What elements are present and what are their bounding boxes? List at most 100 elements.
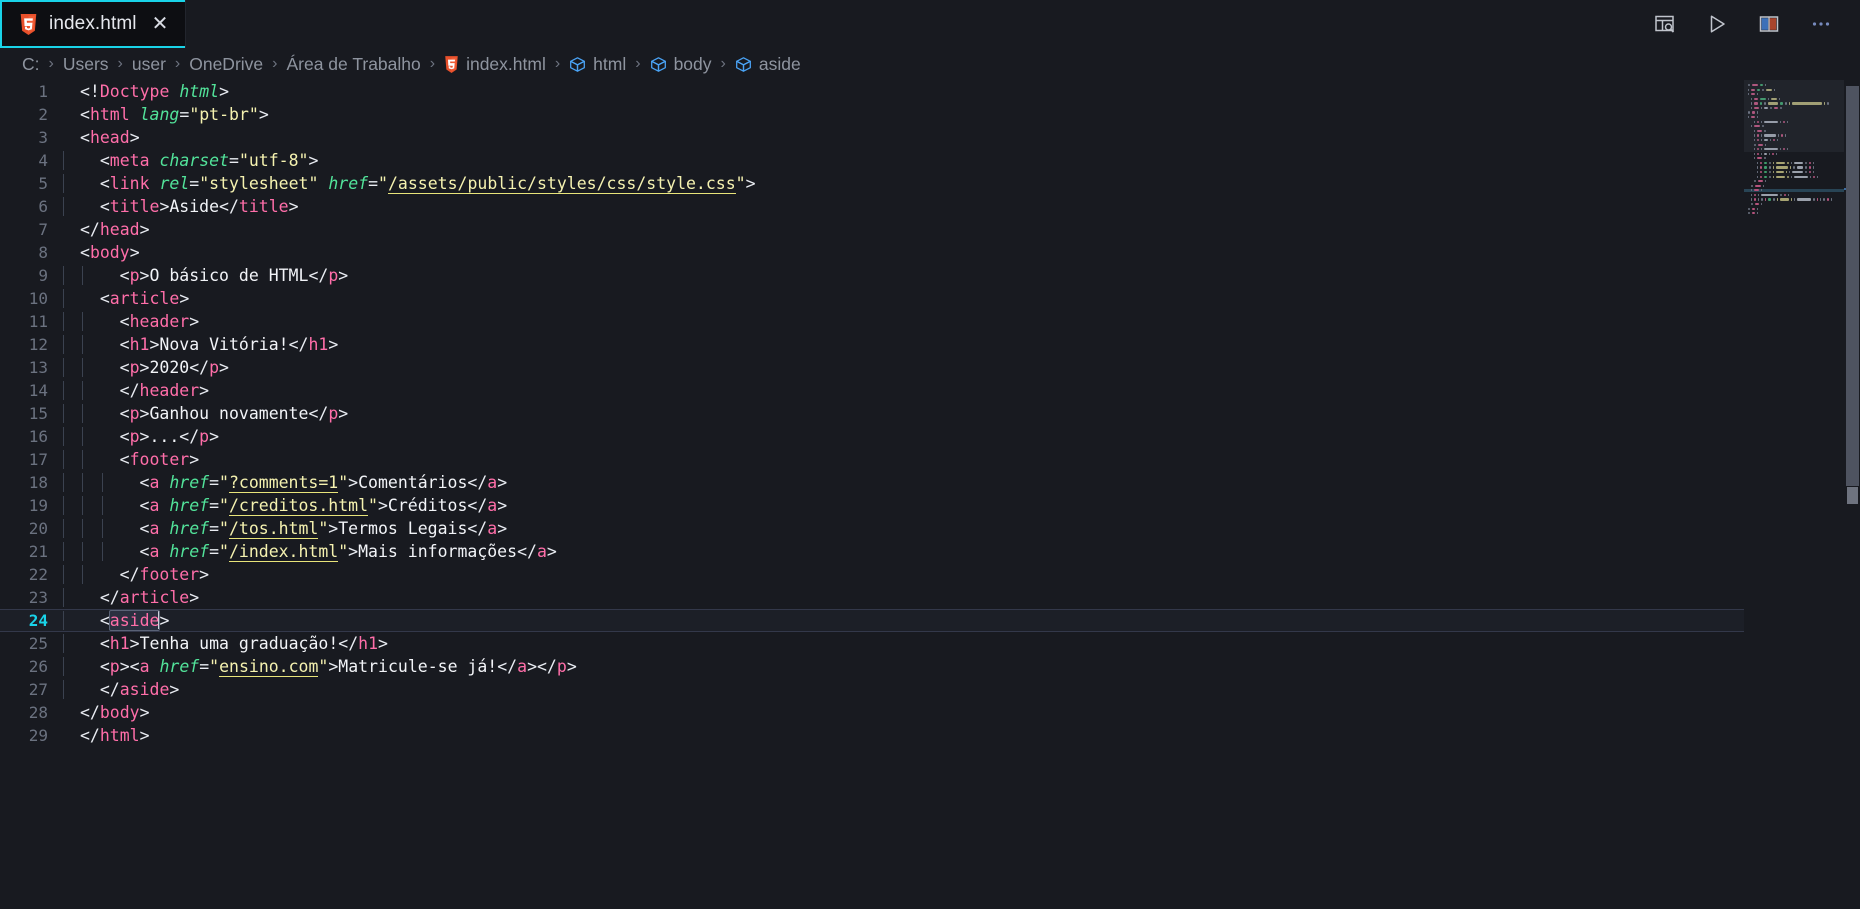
code-line[interactable]: 12 <h1>Nova Vitória!</h1> [0, 333, 1744, 356]
more-actions-icon[interactable] [1808, 11, 1834, 37]
token-punc: = [209, 496, 220, 515]
code-line[interactable]: 13 <p>2020</p> [0, 356, 1744, 379]
code-line[interactable]: 1 <!Doctype html> [0, 80, 1744, 103]
minimap-token [1751, 189, 1753, 192]
code-text: <meta charset="utf-8"> [62, 151, 318, 170]
scrollbar-thumb[interactable] [1846, 86, 1859, 486]
token-punc: > [139, 266, 150, 285]
breadcrumb-item-onedrive[interactable]: OneDrive [189, 54, 263, 75]
token-punc: < [99, 657, 110, 676]
minimap-token [1813, 175, 1815, 178]
minimap-token [1805, 170, 1808, 174]
token-tag: header [139, 381, 200, 400]
token-punc: > [258, 105, 269, 124]
minimap-token [1809, 175, 1812, 178]
split-editor-icon[interactable] [1756, 11, 1782, 37]
minimap-token [1772, 175, 1774, 178]
tab-bar-filler [186, 0, 1652, 48]
token-punc: > [497, 519, 508, 538]
token-link[interactable]: /index.html [228, 542, 339, 562]
code-line[interactable]: 5 <link rel="stylesheet" href="/assets/pu… [0, 172, 1744, 195]
code-line[interactable]: 20 <a href="/tos.html">Termos Legais</a> [0, 517, 1744, 540]
code-line[interactable]: 17 <footer> [0, 448, 1744, 471]
code-line[interactable]: 22 </footer> [0, 563, 1744, 586]
token-punc: > [745, 174, 756, 193]
token-link[interactable]: ?comments=1 [228, 473, 339, 493]
open-preview-icon[interactable] [1652, 11, 1678, 37]
breadcrumb-label: body [673, 53, 712, 74]
breadcrumb-item-rea-de-trabalho[interactable]: Área de Trabalho [286, 54, 420, 75]
code-line[interactable]: 19 <a href="/creditos.html">Créditos</a> [0, 494, 1744, 517]
code-line[interactable]: 18 <a href="?comments=1">Comentários</a> [0, 471, 1744, 494]
code-line[interactable]: 7 </head> [0, 218, 1744, 241]
token-attr: href [169, 542, 210, 561]
code-line[interactable]: 6 <title>Aside</title> [0, 195, 1744, 218]
code-line[interactable]: 26 <p><a href="ensino.com">Matricule-se j… [0, 655, 1744, 678]
code-line[interactable]: 16 <p>...</p> [0, 425, 1744, 448]
code-line[interactable]: 4 <meta charset="utf-8"> [0, 149, 1744, 172]
token-punc: > [179, 289, 190, 308]
code-line[interactable]: 11 <header> [0, 310, 1744, 333]
code-line[interactable]: 8 <body> [0, 241, 1744, 264]
minimap-slider[interactable] [1744, 80, 1844, 152]
token-tag: head [89, 128, 130, 147]
token-link[interactable]: /tos.html [228, 519, 319, 539]
breadcrumb-item-c[interactable]: C: [22, 54, 40, 75]
token-punc: < [119, 404, 130, 423]
token-tag: title [238, 197, 289, 216]
token-punc: < [119, 312, 130, 331]
token-punc: = [189, 174, 200, 193]
minimap-token [1787, 193, 1790, 197]
code-line[interactable]: 25 <h1>Tenha uma graduação!</h1> [0, 632, 1744, 655]
minimap-token [1809, 161, 1811, 165]
code-line[interactable]: 27 </aside> [0, 678, 1744, 701]
code-line[interactable]: 21 <a href="/index.html">Mais informações… [0, 540, 1744, 563]
code-line[interactable]: 2 <html lang="pt-br"> [0, 103, 1744, 126]
token-punc: > [219, 358, 229, 377]
editor-tab-index-html[interactable]: index.html ✕ [0, 0, 187, 48]
minimap-token [1748, 212, 1750, 215]
code-line[interactable]: 15 <p>Ganhou novamente</p> [0, 402, 1744, 425]
run-icon[interactable] [1704, 11, 1730, 37]
minimap-token [1775, 175, 1786, 178]
breadcrumb-item-body[interactable]: body [650, 54, 712, 75]
minimap-token [1809, 170, 1811, 174]
code-line[interactable]: 29 </html> [0, 724, 1744, 747]
code-text: </article> [62, 588, 199, 607]
token-tag: a [149, 519, 160, 538]
breadcrumb-item-html[interactable]: html [569, 54, 626, 75]
code-line[interactable]: 14 </header> [0, 379, 1744, 402]
code-text: <p>O básico de HTML</p> [62, 266, 348, 285]
token-link[interactable]: /assets/public/styles/css/style.css [387, 174, 736, 194]
code-line[interactable]: 28 </body> [0, 701, 1744, 724]
vertical-scrollbar[interactable] [1844, 80, 1860, 909]
minimap[interactable] [1744, 80, 1844, 909]
code-line[interactable]: 10 <article> [0, 287, 1744, 310]
code-line[interactable]: 3 <head> [0, 126, 1744, 149]
minimap-token [1812, 170, 1814, 174]
token-link[interactable]: ensino.com [219, 657, 319, 677]
indent-guide [82, 404, 84, 423]
code-line-active[interactable]: 24 <aside> [0, 609, 1744, 632]
indent-guide [62, 335, 64, 354]
breadcrumb-item-aside[interactable]: aside [735, 54, 801, 75]
breadcrumb-item-user[interactable]: user [132, 54, 166, 75]
token-punc: > [377, 496, 388, 515]
token-link[interactable]: /creditos.html [228, 496, 369, 516]
token-punc: < [80, 105, 90, 124]
token-punc: = [229, 151, 239, 170]
close-icon[interactable]: ✕ [152, 14, 169, 34]
token-punc: > [119, 657, 130, 676]
breadcrumb-item-users[interactable]: Users [63, 54, 109, 75]
code-line[interactable]: 23 </article> [0, 586, 1744, 609]
minimap-token [1772, 152, 1774, 155]
minimap-line [1744, 161, 1844, 165]
minimap-token [1754, 180, 1756, 183]
code-lines-container[interactable]: 1 <!Doctype html> 2 <html lang="pt-br"> 3 <he… [0, 80, 1744, 909]
code-line[interactable]: 9 <p>O básico de HTML</p> [0, 264, 1744, 287]
breadcrumb-item-index-html[interactable]: index.html [444, 54, 546, 75]
token-str: " [219, 519, 229, 538]
token-tag: p [109, 657, 120, 676]
